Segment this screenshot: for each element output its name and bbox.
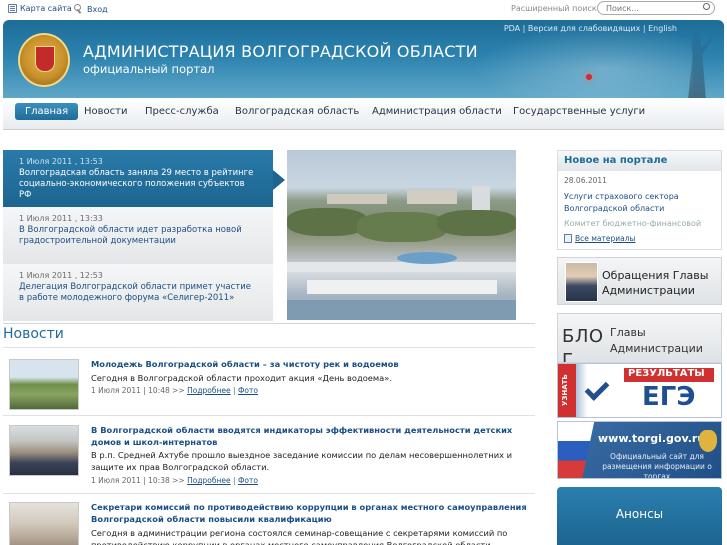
region-marker-icon — [586, 74, 592, 80]
news-date: 1 Июля 2011 | 10:38 >> — [91, 476, 188, 485]
ege-results-banner[interactable]: УЗНАТЬ РЕЗУЛЬТАТЫ ЕГЭ — [557, 363, 722, 418]
main-nav: Главная Новости Пресс-служба Волгоградск… — [3, 98, 724, 130]
news-text: В р.п. Средней Ахтубе прошло выездное за… — [91, 450, 513, 472]
news-photo-link[interactable]: Фото — [238, 386, 258, 395]
news-thumbnail[interactable] — [9, 502, 79, 545]
featured-news-slider: 1 Июля 2011 , 13:53 Волгоградская област… — [3, 150, 273, 322]
top-bar: Карта сайта Вход Расширенный поиск — [0, 0, 727, 20]
checkmark-icon — [584, 376, 610, 401]
torgi-banner[interactable]: www.torgi.gov.ru Официальный сайт для ра… — [557, 421, 722, 479]
new-on-portal-item-faded[interactable]: Комитет бюджетно-финансовой — [564, 219, 714, 227]
russia-map-graphic — [473, 26, 693, 98]
nav-item-home[interactable]: Главная — [15, 103, 79, 120]
document-icon — [564, 234, 572, 243]
news-title[interactable]: Молодежь Волгоградской области – за чист… — [91, 358, 531, 370]
slider-photo[interactable] — [287, 150, 516, 320]
sitemap-label: Карта сайта — [20, 4, 72, 13]
ege-side-label: УЗНАТЬ — [561, 374, 569, 406]
news-date: 1 Июля 2011 | 10:48 >> — [91, 386, 188, 395]
news-item: Молодежь Волгоградской области – за чист… — [3, 347, 535, 415]
ege-side-strip: УЗНАТЬ — [558, 364, 576, 417]
appeals-line-1: Обращения Главы — [602, 269, 709, 282]
slider-item-date: 1 Июля 2011 , 12:53 — [19, 271, 103, 280]
blog-line-1: Главы — [610, 326, 646, 339]
announcements-box: Анонсы — [557, 487, 722, 545]
blog-label: Главы Администрации — [610, 325, 703, 357]
russian-flag-graphic — [558, 422, 595, 478]
site-subtitle: официальный портал — [83, 62, 215, 76]
new-on-portal-box: Новое на портале 28.06.2011 Услуги страх… — [557, 150, 722, 250]
news-thumbnail[interactable] — [9, 425, 79, 476]
torgi-url: www.torgi.gov.ru — [598, 432, 706, 445]
governor-appeals-label: Обращения Главы Администрации — [602, 268, 708, 298]
new-on-portal-item[interactable]: Услуги страхового сектора Волгоградской … — [564, 191, 714, 215]
blog-big-text: БЛО — [562, 326, 604, 347]
nav-item-services[interactable]: Государственные услуги — [513, 106, 645, 117]
search-icon[interactable] — [703, 3, 710, 10]
new-on-portal-heading: Новое на портале — [558, 151, 721, 171]
slider-item-title[interactable]: В Волгоградской области идет разработка … — [19, 225, 257, 247]
news-title[interactable]: В Волгоградской области вводятся индикат… — [91, 424, 531, 448]
slider-item[interactable]: 1 Июля 2011 , 12:53 Делегация Волгоградс… — [3, 264, 273, 321]
ege-results-label: РЕЗУЛЬТАТЫ — [624, 368, 714, 382]
slider-item-title[interactable]: Делегация Волгоградской области примет у… — [19, 282, 257, 304]
search-input[interactable] — [597, 1, 715, 15]
new-on-portal-date: 28.06.2011 — [564, 176, 607, 185]
sitemap-link[interactable]: Карта сайта — [8, 4, 72, 13]
slider-item[interactable]: 1 Июля 2011 , 13:33 В Волгоградской обла… — [3, 207, 273, 264]
eagle-emblem-icon — [699, 430, 717, 452]
slider-pointer-icon — [273, 170, 285, 190]
news-title[interactable]: Секретари комиссий по противодействию ко… — [91, 501, 531, 525]
login-label: Вход — [87, 4, 108, 14]
blog-line-2: Администрации — [610, 342, 703, 355]
governor-blog-banner[interactable]: БЛО Г Главы Администрации — [557, 313, 722, 363]
site-title[interactable]: АДМИНИСТРАЦИЯ ВОЛГОГРАДСКОЙ ОБЛАСТИ — [83, 42, 478, 61]
all-materials-label: Все материалы — [575, 234, 636, 243]
governor-photo — [565, 262, 598, 302]
slider-item[interactable]: 1 Июля 2011 , 13:53 Волгоградская област… — [3, 150, 273, 207]
all-materials-link[interactable]: Все материалы — [564, 234, 635, 243]
coat-of-arms-icon[interactable] — [18, 33, 70, 87]
ege-word: ЕГЭ — [642, 382, 696, 412]
torgi-description: Официальный сайт для размещения информац… — [602, 452, 712, 479]
version-links[interactable]: PDA | Версия для слабовидящих | English — [504, 24, 677, 33]
news-text: Сегодня в администрации региона состоялс… — [91, 528, 508, 545]
nav-item-administration[interactable]: Администрация области — [372, 106, 502, 117]
news-thumbnail[interactable] — [9, 359, 79, 410]
news-item: В Волгоградской области вводятся индикат… — [3, 415, 535, 493]
announcements-heading[interactable]: Анонсы — [557, 507, 722, 521]
appeals-line-2: Администрации — [602, 284, 695, 297]
news-more-link[interactable]: Подробнее — [187, 386, 231, 395]
slider-item-title[interactable]: Волгоградская область заняла 29 место в … — [19, 168, 257, 201]
slider-item-date: 1 Июля 2011 , 13:53 — [19, 157, 103, 166]
governor-appeals-banner[interactable]: Обращения Главы Администрации — [557, 257, 722, 305]
key-icon — [74, 4, 84, 14]
news-more-link[interactable]: Подробнее — [187, 476, 231, 485]
news-meta: 1 Июля 2011 | 10:48 >> Подробнее | Фото — [91, 386, 258, 395]
news-heading[interactable]: Новости — [3, 323, 535, 345]
news-text: Сегодня в Волгоградской области проходит… — [91, 373, 392, 383]
news-meta: 1 Июля 2011 | 10:38 >> Подробнее | Фото — [91, 476, 258, 485]
sitemap-icon — [8, 4, 17, 13]
slider-item-date: 1 Июля 2011 , 13:33 — [19, 214, 103, 223]
login-link[interactable]: Вход — [74, 4, 108, 14]
news-item: Секретари комиссий по противодействию ко… — [3, 493, 535, 545]
nav-item-region[interactable]: Волгоградская область — [235, 106, 359, 117]
news-photo-link[interactable]: Фото — [238, 476, 258, 485]
advanced-search-link[interactable]: Расширенный поиск — [511, 4, 597, 13]
nav-item-news[interactable]: Новости — [84, 106, 127, 117]
blog-big-text-2: Г — [562, 350, 573, 363]
site-header: АДМИНИСТРАЦИЯ ВОЛГОГРАДСКОЙ ОБЛАСТИ офиц… — [3, 20, 724, 98]
nav-item-press[interactable]: Пресс-служба — [145, 106, 219, 117]
